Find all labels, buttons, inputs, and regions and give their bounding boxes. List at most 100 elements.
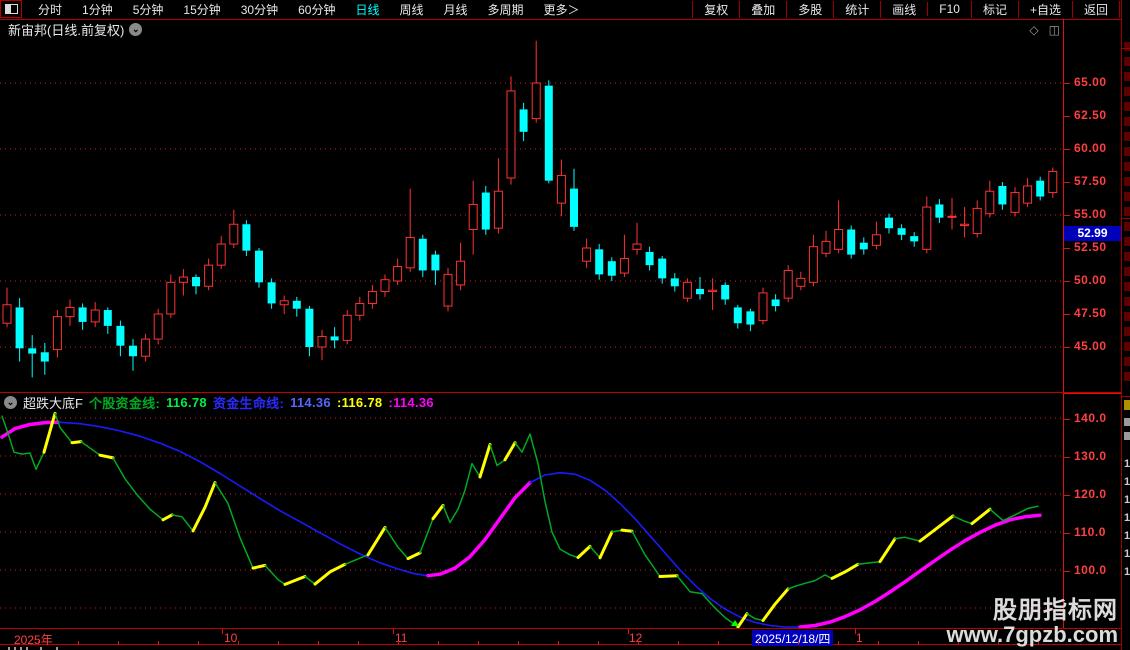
- panel-toggle-icon[interactable]: ◫: [1049, 23, 1060, 37]
- price-axis-label: 47.50: [1074, 306, 1107, 320]
- chevron-down-icon[interactable]: ⌄: [129, 22, 143, 36]
- candle: [506, 76, 516, 185]
- candle: [972, 200, 982, 238]
- cutoff-gray-glyph: [1124, 418, 1130, 426]
- candle: [292, 296, 301, 317]
- candle: [418, 234, 427, 278]
- price-axis-label: 57.50: [1074, 174, 1107, 188]
- minor-tick: [198, 641, 199, 645]
- price-axis-label: 55.00: [1074, 207, 1107, 221]
- indicator-line-segment: [426, 480, 532, 578]
- date-label: 10: [224, 631, 238, 645]
- watermark: 股朋指标网 www.7gpzb.com: [946, 598, 1118, 646]
- toolbar-button[interactable]: 复权: [692, 0, 739, 18]
- minor-tick: [678, 641, 679, 645]
- indicator-line-segment: [344, 554, 369, 566]
- cutoff-digit: 1: [1124, 548, 1130, 560]
- period-tab[interactable]: 15分钟: [173, 1, 230, 18]
- cutoff-text-glyphs: [1124, 42, 1130, 387]
- indicator-line-segment: [313, 562, 347, 586]
- period-tab[interactable]: 分时: [28, 1, 72, 18]
- indicator-line-segment: [112, 457, 164, 521]
- candle: [582, 238, 592, 268]
- indicator-line-segment: [419, 517, 434, 554]
- indicator-value-label: 114.36: [290, 395, 331, 410]
- period-tab[interactable]: 1分钟: [72, 1, 123, 18]
- candle: [15, 298, 24, 362]
- candle: [65, 299, 75, 326]
- indicator-chart: [0, 412, 1062, 628]
- candle: [960, 207, 970, 238]
- toolbar-button[interactable]: F10: [927, 2, 971, 16]
- candle: [52, 310, 62, 358]
- indicator-line-segment: [98, 453, 115, 460]
- indicator-line-segment: [857, 560, 881, 566]
- toolbar-button[interactable]: +自选: [1017, 0, 1072, 18]
- indicator-line-segment: [589, 545, 601, 559]
- period-tab[interactable]: 月线: [434, 1, 478, 18]
- candle: [595, 244, 604, 280]
- candle: [468, 180, 478, 255]
- indicator-line-segment: [80, 440, 101, 456]
- indicator-axis-label: 140.0: [1074, 411, 1107, 425]
- split-panel-icon: [4, 4, 18, 14]
- candle: [834, 200, 844, 254]
- period-tab[interactable]: 30分钟: [231, 1, 288, 18]
- indicator-line-segment: [489, 443, 506, 467]
- stock-title: 新宙邦(日线.前复权): [8, 22, 125, 38]
- indicator-line-segment: [878, 537, 897, 564]
- candle: [645, 246, 654, 271]
- indicator-line-segment: [42, 412, 57, 454]
- candle: [910, 232, 919, 247]
- indicator-line-segment: [406, 551, 422, 561]
- period-tab[interactable]: 日线: [345, 1, 389, 18]
- toolbar-button[interactable]: 标记: [970, 0, 1018, 18]
- indicator-line-segment: [304, 575, 316, 585]
- period-tab[interactable]: 60分钟: [288, 1, 345, 18]
- candle: [985, 180, 995, 218]
- indicator-name[interactable]: 超跌大底F: [23, 393, 83, 412]
- indicator-line-segment: [598, 530, 614, 560]
- period-tab[interactable]: 周线: [389, 1, 433, 18]
- candle: [746, 308, 755, 332]
- toolbar-button[interactable]: 画线: [880, 0, 927, 18]
- toolbar-button[interactable]: 统计: [833, 0, 880, 18]
- candle: [821, 230, 831, 258]
- toolbar-button[interactable]: 多股: [786, 0, 833, 18]
- indicator-line-segment: [576, 544, 592, 559]
- indicator-line-segment: [442, 462, 481, 524]
- minor-tick: [878, 641, 879, 645]
- minor-tick: [798, 641, 799, 645]
- month-tick: [628, 629, 629, 634]
- minor-tick: [398, 641, 399, 645]
- candle: [607, 257, 616, 281]
- diamond-icon[interactable]: ◇: [1029, 23, 1038, 37]
- candle: [405, 188, 415, 272]
- period-tab[interactable]: 多周期: [478, 1, 534, 18]
- candle: [947, 197, 957, 230]
- period-tab[interactable]: 5分钟: [123, 1, 174, 18]
- candle: [632, 222, 642, 255]
- axis-tick: [1064, 314, 1070, 315]
- divider: [1122, 396, 1130, 397]
- axis-tick: [1064, 248, 1070, 249]
- period-tab[interactable]: 更多＞: [534, 1, 590, 18]
- candle: [1048, 167, 1058, 198]
- indicator-value-label: 资金生命线:: [212, 396, 285, 411]
- chart-corner-icons: ◇ ◫: [1029, 23, 1060, 37]
- chevron-down-icon[interactable]: ⌄: [4, 396, 17, 409]
- price-axis-label: 60.00: [1074, 141, 1107, 155]
- axis-tick: [1064, 281, 1070, 282]
- candle: [178, 269, 188, 296]
- indicator-line-segment: [918, 514, 955, 543]
- toolbar-button[interactable]: 返回: [1071, 0, 1120, 18]
- indicator-line-segment: [746, 612, 764, 622]
- indicator-line-segment: [514, 433, 579, 559]
- candle: [393, 258, 403, 285]
- layout-toggle-button[interactable]: [0, 0, 22, 18]
- divider: [1122, 48, 1130, 49]
- toolbar-button[interactable]: 叠加: [739, 0, 786, 18]
- month-tick: [855, 629, 856, 634]
- indicator-line-segment: [171, 514, 194, 532]
- indicator-line-segment: [478, 443, 492, 479]
